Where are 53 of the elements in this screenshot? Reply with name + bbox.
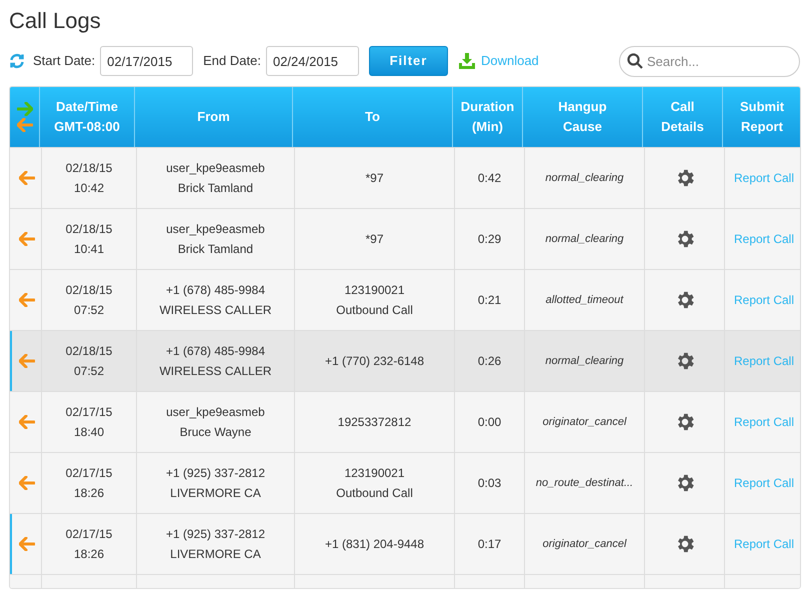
page-title: Call Logs bbox=[9, 7, 102, 35]
duration: 0:17 bbox=[478, 536, 502, 553]
caller: +1 (925) 337-2812 LIVERMORE CA bbox=[166, 526, 266, 563]
hangup-cause: no_route_destinat... bbox=[536, 476, 634, 491]
date-time: 02/18/15 07:52 bbox=[66, 282, 112, 319]
caller: +1 (678) 485-9984 WIRELESS CALLER bbox=[159, 282, 272, 319]
date-time: 02/17/15 18:40 bbox=[66, 404, 112, 441]
callee: *97 bbox=[365, 231, 384, 248]
duration: 0:42 bbox=[478, 170, 502, 187]
table-row[interactable]: 02/17/15 18:40 user_kpe9easmeb Bruce Wayne 19253372812 0:00 originator_cancel Report Call bbox=[10, 391, 800, 452]
hangup-cause: allotted_timeout bbox=[546, 293, 624, 308]
search-field[interactable]: Search... bbox=[619, 46, 800, 76]
hangup-cause: normal_clearing bbox=[545, 232, 624, 247]
date-time: 02/18/15 10:42 bbox=[66, 160, 112, 197]
caller: +1 (678) 485-9984 WIRELESS CALLER bbox=[159, 343, 272, 380]
caller: +1 (925) 337-2812 LIVERMORE CA bbox=[166, 465, 266, 502]
start-date-label: Start Date: bbox=[33, 52, 96, 70]
callee: +1 (770) 232-6148 bbox=[324, 353, 424, 370]
right-arrow-icon bbox=[16, 102, 32, 116]
caller: user_kpe9easmeb Bruce Wayne bbox=[166, 404, 265, 441]
table-row[interactable]: 02/18/15 10:41 user_kpe9easmeb Brick Tamland *97 0:29 normal_clearing Report Call bbox=[10, 208, 800, 269]
callee: +1 (831) 204-9448 bbox=[324, 536, 424, 553]
hangup-cause: normal_clearing bbox=[545, 171, 624, 186]
hangup-cause: originator_cancel bbox=[542, 415, 626, 430]
duration: 0:00 bbox=[478, 414, 502, 431]
hangup-cause: originator_cancel bbox=[542, 537, 626, 552]
search-icon bbox=[627, 52, 643, 68]
table-row[interactable]: 02/18/15 07:52 +1 (678) 485-9984 WIRELESS CALLER 123190021 Outbound Call 0:21 allotted_timeout Report Call bbox=[10, 269, 800, 330]
end-date-field[interactable]: 02/24/2015 bbox=[266, 46, 359, 76]
caller: user_kpe9easmeb Brick Tamland bbox=[166, 221, 265, 258]
hangup-cause: normal_clearing bbox=[545, 354, 624, 369]
caller: user_kpe9easmeb Brick Tamland bbox=[166, 160, 265, 197]
start-date-field[interactable]: 02/17/2015 bbox=[100, 46, 194, 76]
table-row[interactable]: 02/18/15 10:42 user_kpe9easmeb Brick Tamland *97 0:42 normal_clearing Report Call bbox=[10, 147, 800, 208]
table-row[interactable]: 02/17/15 18:26 +1 (925) 337-2812 LIVERMORE CA +1 (831) 204-9448 0:17 originator_cancel Report Call bbox=[10, 513, 800, 574]
callee: 123190021 Outbound Call bbox=[336, 282, 413, 319]
date-time: 02/17/15 18:26 bbox=[66, 526, 112, 563]
end-date-label: End Date: bbox=[203, 52, 261, 70]
refresh-icon[interactable] bbox=[9, 53, 25, 69]
date-time: 02/18/15 07:52 bbox=[66, 343, 112, 380]
date-time: 02/17/15 18:26 bbox=[66, 465, 112, 502]
duration: 0:29 bbox=[478, 231, 502, 248]
duration: 0:03 bbox=[478, 475, 502, 492]
callee: *97 bbox=[365, 170, 384, 187]
table-row[interactable]: 02/17/15 18:26 +1 (925) 337-2812 LIVERMORE CA 123190021 Outbound Call 0:03 no_route_destinat... Report Call bbox=[10, 452, 800, 513]
table-row[interactable]: 02/18/15 07:52 +1 (678) 485-9984 WIRELESS CALLER +1 (770) 232-6148 0:26 normal_clearing Report Call bbox=[10, 330, 800, 391]
callee: 123190021 Outbound Call bbox=[336, 465, 413, 502]
callee: 19253372812 bbox=[338, 414, 412, 431]
duration: 0:26 bbox=[478, 353, 502, 370]
duration: 0:21 bbox=[478, 292, 502, 309]
date-time: 02/18/15 10:41 bbox=[66, 221, 112, 258]
left-arrow-icon bbox=[16, 118, 32, 132]
column-header: Submit Report bbox=[738, 98, 786, 136]
